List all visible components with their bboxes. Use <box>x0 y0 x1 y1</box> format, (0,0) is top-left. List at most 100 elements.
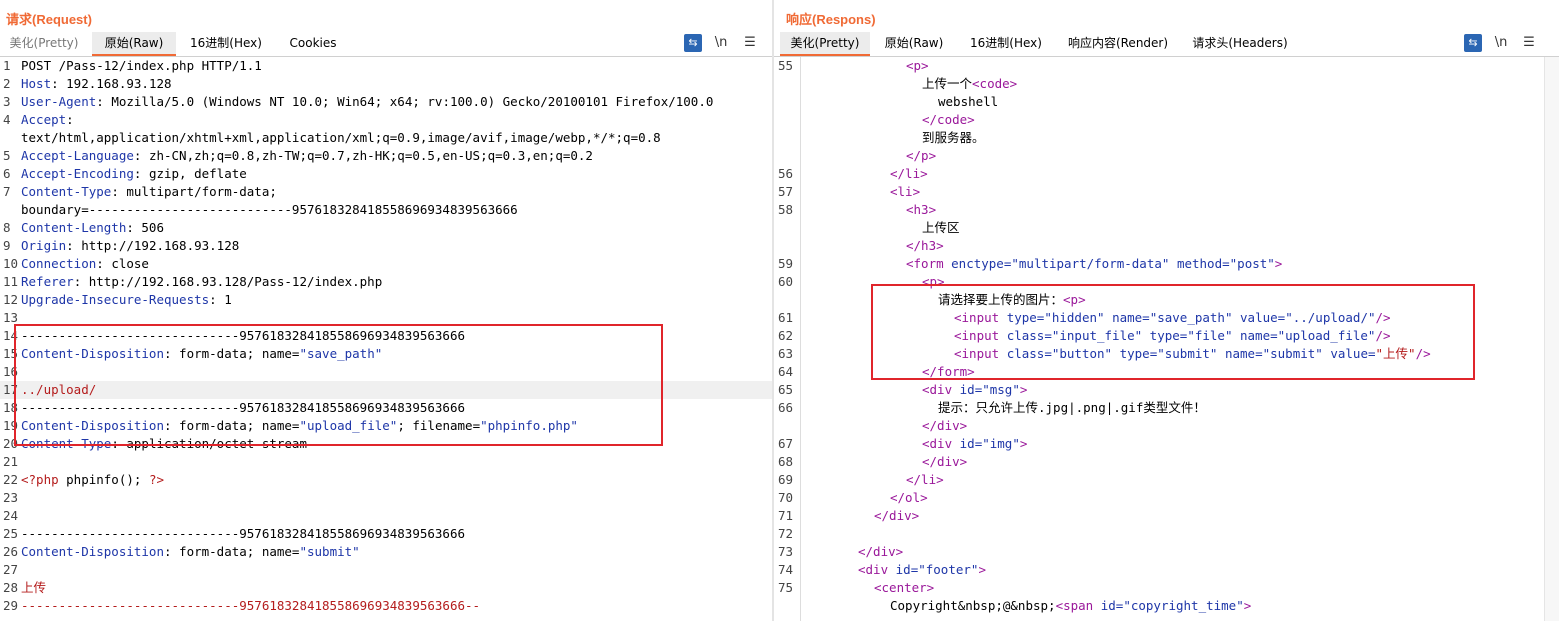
request-title: 请求(Request) <box>6 12 92 27</box>
code-line[interactable]: </p> <box>774 147 1559 165</box>
code-line[interactable]: 请选择要上传的图片：<p> <box>774 291 1559 309</box>
code-line[interactable]: 6 Accept-Encoding: gzip, deflate <box>0 165 772 183</box>
code-line[interactable]: 21 <box>0 453 772 471</box>
request-editor[interactable]: 1 POST /Pass-12/index.php HTTP/1.1 2 Host: … <box>0 57 772 621</box>
tab-raw[interactable]: 原始(Raw) <box>874 32 954 55</box>
code-token: name= <box>1217 346 1263 361</box>
code-line[interactable]: 62 <input class="input_file" type="file" … <box>774 327 1559 345</box>
tab-hex[interactable]: 16进制(Hex) <box>960 32 1052 55</box>
line-number: 61 <box>778 310 794 325</box>
wrap-icon[interactable]: ⇆ <box>1464 34 1482 52</box>
code-line[interactable]: 67 <div id="img"> <box>774 435 1559 453</box>
code-line[interactable]: 28 上传 <box>0 579 772 597</box>
code-line[interactable]: 24 <box>0 507 772 525</box>
code-line[interactable]: 5 Accept-Language: zh-CN,zh;q=0.8,zh-TW;q… <box>0 147 772 165</box>
code-line[interactable]: 57 <li> <box>774 183 1559 201</box>
tab-render[interactable]: 响应内容(Render) <box>1058 32 1178 55</box>
code-line[interactable]: </code> <box>774 111 1559 129</box>
code-line[interactable]: 18 -----------------------------957618328… <box>0 399 772 417</box>
code-line[interactable]: 22 <?php phpinfo(); ?> <box>0 471 772 489</box>
code-line[interactable]: 56 </li> <box>774 165 1559 183</box>
code-line[interactable]: 55 <p> <box>774 57 1559 75</box>
wrap-icon[interactable]: ⇆ <box>684 34 702 52</box>
code-line[interactable]: 26 Content-Disposition: form-data; name="… <box>0 543 772 561</box>
code-line[interactable]: 65 <div id="msg"> <box>774 381 1559 399</box>
code-line[interactable]: 58 <h3> <box>774 201 1559 219</box>
tab-pretty[interactable]: 美化(Pretty) <box>0 32 88 55</box>
code-line[interactable]: 1 POST /Pass-12/index.php HTTP/1.1 <box>0 57 772 75</box>
code-line[interactable]: 上传区 <box>774 219 1559 237</box>
line-content: -----------------------------95761832841… <box>21 400 465 415</box>
code-line[interactable]: 3 User-Agent: Mozilla/5.0 (Windows NT 10.… <box>0 93 772 111</box>
code-token: Origin <box>21 238 67 253</box>
code-line[interactable]: 16 <box>0 363 772 381</box>
newline-icon[interactable]: \n <box>712 34 730 52</box>
code-token: : gzip, deflate <box>133 166 247 181</box>
code-line[interactable]: 73 </div> <box>774 543 1559 561</box>
line-number: 12 <box>3 292 19 307</box>
code-line[interactable]: 64 </form> <box>774 363 1559 381</box>
code-line[interactable]: text/html,application/xhtml+xml,applicat… <box>0 129 772 147</box>
line-number: 29 <box>3 598 19 613</box>
code-line[interactable]: 60 <p> <box>774 273 1559 291</box>
code-line[interactable]: 74 <div id="footer"> <box>774 561 1559 579</box>
response-editor[interactable]: 55 <p> 上传一个<code> webshell </code> 到服务器。 </p> 5… <box>774 57 1559 621</box>
code-line[interactable]: 上传一个<code> <box>774 75 1559 93</box>
code-line[interactable]: </h3> <box>774 237 1559 255</box>
tab-pretty[interactable]: 美化(Pretty) <box>780 32 870 56</box>
code-line[interactable]: 4 Accept: <box>0 111 772 129</box>
code-token: Content-Disposition <box>21 346 164 361</box>
tab-raw[interactable]: 原始(Raw) <box>92 32 176 56</box>
code-line[interactable]: 68 </div> <box>774 453 1559 471</box>
code-line[interactable]: 12 Upgrade-Insecure-Requests: 1 <box>0 291 772 309</box>
line-number: 4 <box>3 112 11 127</box>
code-token: <center> <box>874 580 935 595</box>
line-content: Referer: http://192.168.93.128/Pass-12/i… <box>21 274 382 289</box>
code-line[interactable]: 13 <box>0 309 772 327</box>
line-content: Content-Type: multipart/form-data; <box>21 184 277 199</box>
code-token: id= <box>959 436 983 451</box>
code-line[interactable]: 9 Origin: http://192.168.93.128 <box>0 237 772 255</box>
code-line[interactable]: 7 Content-Type: multipart/form-data; <box>0 183 772 201</box>
code-line[interactable]: 14 -----------------------------957618328… <box>0 327 772 345</box>
code-line[interactable]: boundary=---------------------------9576… <box>0 201 772 219</box>
code-line[interactable]: 66 提示：只允许上传.jpg|.png|.gif类型文件！ <box>774 399 1559 417</box>
code-line[interactable]: 75 <center> <box>774 579 1559 597</box>
tab-headers[interactable]: 请求头(Headers) <box>1184 32 1296 55</box>
code-line[interactable]: 2 Host: 192.168.93.128 <box>0 75 772 93</box>
code-line[interactable]: 63 <input class="button" type="submit" na… <box>774 345 1559 363</box>
code-line[interactable]: 15 Content-Disposition: form-data; name="… <box>0 345 772 363</box>
code-line[interactable]: 70 </ol> <box>774 489 1559 507</box>
menu-icon[interactable]: ☰ <box>741 34 759 52</box>
code-line[interactable]: 20 Content-Type: application/octet-stream <box>0 435 772 453</box>
tab-hex[interactable]: 16进制(Hex) <box>180 32 272 55</box>
code-line[interactable]: 11 Referer: http://192.168.93.128/Pass-12… <box>0 273 772 291</box>
code-line[interactable]: 29 -----------------------------957618328… <box>0 597 772 615</box>
code-line[interactable]: 61 <input type="hidden" name="save_path" … <box>774 309 1559 327</box>
vertical-scrollbar[interactable] <box>1544 57 1559 621</box>
code-line[interactable]: 10 Connection: close <box>0 255 772 273</box>
menu-icon[interactable]: ☰ <box>1520 34 1538 52</box>
code-line[interactable]: 8 Content-Length: 506 <box>0 219 772 237</box>
code-line[interactable]: 72 <box>774 525 1559 543</box>
code-token: Accept-Encoding <box>21 166 134 181</box>
code-token: Upgrade-Insecure-Requests <box>21 292 210 307</box>
tab-cookies[interactable]: Cookies <box>278 32 348 55</box>
code-line[interactable]: 59 <form enctype="multipart/form-data" me… <box>774 255 1559 273</box>
code-line[interactable]: webshell <box>774 93 1559 111</box>
code-token: : 1 <box>209 292 232 307</box>
code-token: 提示：只允许上传.jpg|.png|.gif类型文件！ <box>938 400 1206 415</box>
code-line[interactable]: 69 </li> <box>774 471 1559 489</box>
code-line[interactable]: 到服务器。 <box>774 129 1559 147</box>
code-line[interactable]: 19 Content-Disposition: form-data; name="… <box>0 417 772 435</box>
code-line[interactable]: Copyright&nbsp;@&nbsp;<span id="copyrigh… <box>774 597 1559 615</box>
code-line[interactable]: 71 </div> <box>774 507 1559 525</box>
line-content: -----------------------------95761832841… <box>21 598 480 613</box>
code-line[interactable]: 27 <box>0 561 772 579</box>
code-line[interactable]: 23 <box>0 489 772 507</box>
code-line[interactable]: </div> <box>774 417 1559 435</box>
line-content: <input type="hidden" name="save_path" va… <box>800 310 1391 325</box>
code-line[interactable]: 25 -----------------------------957618328… <box>0 525 772 543</box>
code-line[interactable]: 17 ../upload/ <box>0 381 772 399</box>
newline-icon[interactable]: \n <box>1492 34 1510 52</box>
